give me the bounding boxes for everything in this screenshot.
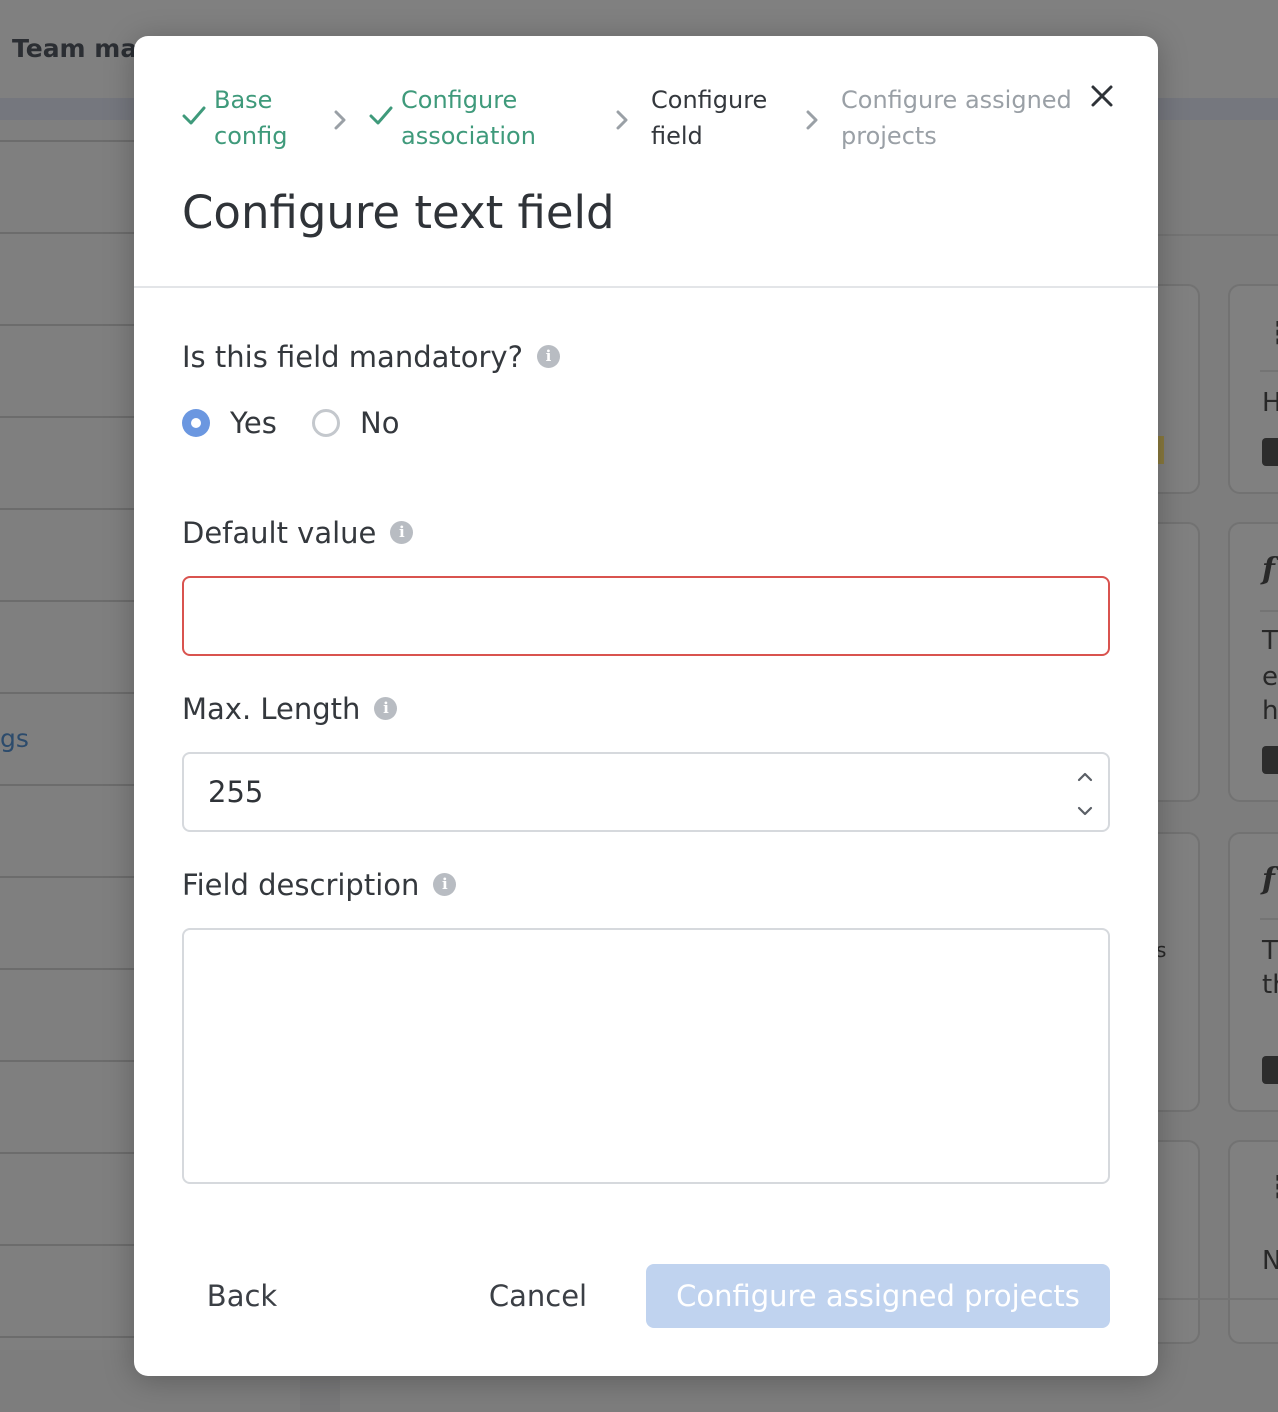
step-label-line1: Base <box>214 86 273 114</box>
modal-title: Configure text field <box>182 186 615 239</box>
max-length-label-text: Max. Length <box>182 692 361 726</box>
step-label-line2: field <box>651 122 703 150</box>
step-label-line2: association <box>401 122 536 150</box>
max-length-value: 255 <box>208 775 264 809</box>
field-description-textarea[interactable] <box>182 928 1110 1184</box>
left-row-divider <box>0 508 134 510</box>
step-configure-field: Configure field <box>651 82 767 154</box>
step-label-line2: projects <box>841 122 937 150</box>
info-icon[interactable]: i <box>433 872 457 896</box>
left-row-divider <box>0 1060 134 1062</box>
card-text: T <box>1262 626 1278 656</box>
info-icon[interactable]: i <box>374 696 398 720</box>
left-row-divider <box>0 1336 134 1338</box>
info-icon[interactable]: i <box>390 520 414 544</box>
radio-unselected-indicator <box>312 409 340 437</box>
left-row-divider <box>0 1152 134 1154</box>
max-length-label: Max. Length i <box>182 692 398 726</box>
radio-no[interactable]: No <box>312 406 399 440</box>
step-label-line1: Configure assigned <box>841 86 1072 114</box>
card-badge <box>1262 438 1278 466</box>
mandatory-label: Is this field mandatory? i <box>182 340 560 374</box>
left-row-divider <box>0 876 134 878</box>
card-text: th <box>1262 970 1278 1000</box>
left-row-divider <box>0 968 134 970</box>
chevron-right-icon <box>616 110 628 130</box>
chevron-down-icon[interactable] <box>1076 804 1094 818</box>
chevron-right-icon <box>334 110 346 130</box>
radio-selected-indicator <box>182 409 210 437</box>
function-icon: f <box>1262 862 1275 897</box>
left-row-divider <box>0 600 134 602</box>
card-text: h <box>1262 696 1278 726</box>
left-nav-link[interactable]: gs <box>0 724 29 753</box>
max-length-input[interactable]: 255 <box>182 752 1110 832</box>
chevron-up-icon[interactable] <box>1076 770 1094 784</box>
chevron-right-icon <box>806 110 818 130</box>
cancel-button[interactable]: Cancel <box>470 1264 606 1328</box>
check-icon <box>182 106 206 125</box>
configure-field-modal: Base config Configure association Config… <box>134 36 1158 1376</box>
function-icon: f <box>1262 552 1275 587</box>
step-label-line1: Configure <box>651 86 768 114</box>
check-icon <box>369 106 393 125</box>
card-text: H <box>1262 388 1278 418</box>
close-icon[interactable] <box>1084 78 1120 114</box>
left-row-divider <box>0 324 134 326</box>
left-row-divider <box>0 692 134 694</box>
app-page-title: Team ma <box>12 34 138 63</box>
left-row-divider <box>0 416 134 418</box>
card-text: T <box>1262 936 1278 966</box>
default-value-input[interactable] <box>182 576 1110 656</box>
radio-yes[interactable]: Yes <box>182 406 277 440</box>
more-icon: ⋮ <box>1264 1170 1278 1205</box>
card-divider <box>1260 918 1278 920</box>
field-description-label: Field description i <box>182 868 457 902</box>
main-divider <box>1158 234 1278 236</box>
modal-header: Base config Configure association Config… <box>134 36 1158 288</box>
step-label-line1: Configure <box>401 86 518 114</box>
info-icon[interactable]: i <box>536 344 560 368</box>
left-row-divider <box>0 1244 134 1246</box>
radio-no-label: No <box>360 406 400 440</box>
step-configure-assigned-projects: Configure assigned projects <box>841 82 1072 154</box>
step-base-config[interactable]: Base config <box>182 82 288 154</box>
left-row-divider <box>0 784 134 786</box>
card-badge <box>1262 1056 1278 1084</box>
radio-yes-label: Yes <box>230 406 277 440</box>
left-row-divider <box>0 232 134 234</box>
card-text: e <box>1262 662 1278 692</box>
card-divider <box>1260 610 1278 612</box>
card-divider <box>1260 370 1278 372</box>
more-icon: ⋮ <box>1264 316 1278 351</box>
configure-assigned-projects-button[interactable]: Configure assigned projects <box>646 1264 1110 1328</box>
card-badge <box>1262 746 1278 774</box>
left-row-divider <box>0 140 134 142</box>
default-value-label: Default value i <box>182 516 414 550</box>
back-button[interactable]: Back <box>182 1264 302 1328</box>
step-label-line2: config <box>214 122 288 150</box>
field-description-label-text: Field description <box>182 868 420 902</box>
default-value-label-text: Default value <box>182 516 377 550</box>
step-configure-association[interactable]: Configure association <box>369 82 536 154</box>
card-text: N <box>1262 1246 1278 1276</box>
mandatory-label-text: Is this field mandatory? <box>182 340 523 374</box>
